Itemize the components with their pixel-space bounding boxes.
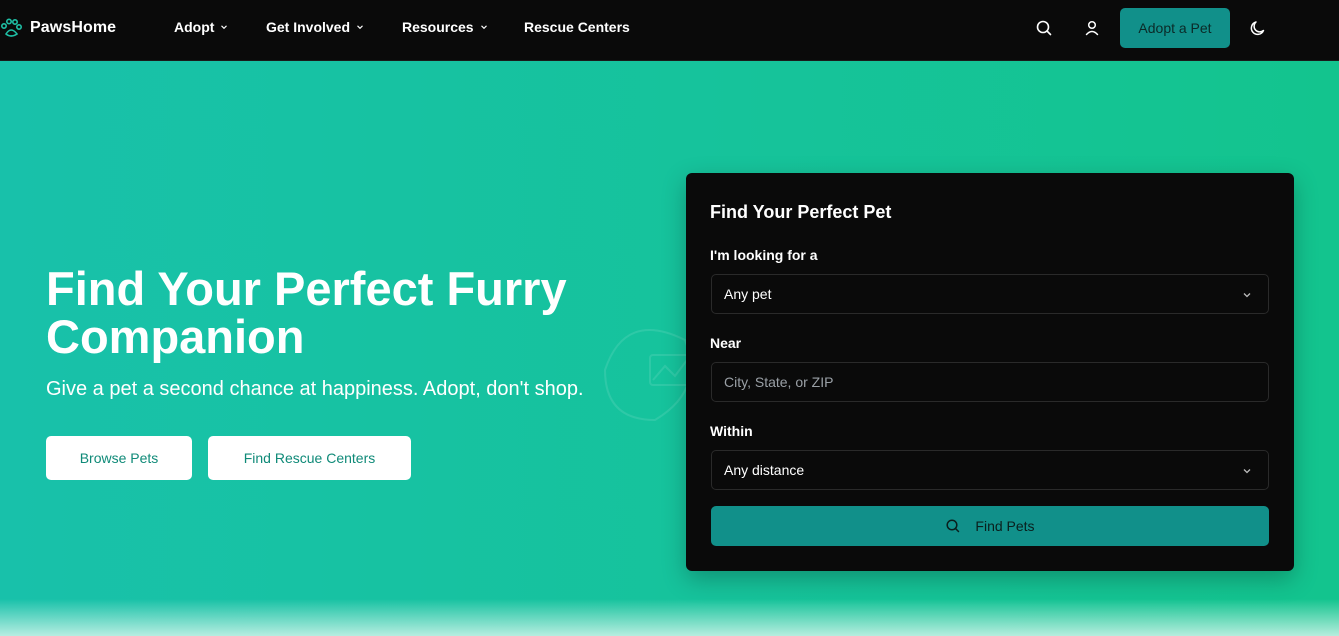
chevron-down-icon bbox=[221, 25, 228, 30]
pet-search-card: Find Your Perfect Pet I'm looking for a … bbox=[686, 173, 1294, 571]
chevron-down-icon bbox=[480, 25, 487, 30]
distance-label: Within bbox=[710, 423, 753, 439]
find-rescue-centers-button[interactable]: Find Rescue Centers bbox=[208, 436, 411, 480]
user-icon[interactable] bbox=[1082, 18, 1102, 38]
search-icon bbox=[946, 519, 960, 533]
paw-icon bbox=[0, 18, 22, 37]
pet-type-label: I'm looking for a bbox=[710, 247, 818, 263]
chevron-down-icon bbox=[1243, 469, 1251, 474]
nav-item-label: Rescue Centers bbox=[524, 19, 630, 35]
find-pets-label: Find Pets bbox=[975, 518, 1035, 534]
search-card-title: Find Your Perfect Pet bbox=[710, 202, 892, 222]
hero-title: Find Your Perfect Furry Companion bbox=[46, 262, 567, 363]
brand-name: PawsHome bbox=[30, 19, 117, 36]
chevron-down-icon bbox=[357, 25, 363, 30]
nav-item-label: Adopt bbox=[174, 19, 215, 35]
top-navbar: PawsHome Adopt Get Involved Resources Re… bbox=[0, 0, 1339, 61]
nav-item-resources[interactable]: Resources bbox=[402, 19, 488, 35]
nav-item-get-involved[interactable]: Get Involved bbox=[266, 19, 364, 35]
browse-pets-button[interactable]: Browse Pets bbox=[46, 436, 192, 480]
pet-type-value: Any pet bbox=[724, 286, 772, 302]
nav-item-adopt[interactable]: Adopt bbox=[174, 19, 228, 35]
location-label: Near bbox=[710, 335, 742, 351]
hero-bottom-fade bbox=[0, 599, 1339, 636]
location-input[interactable] bbox=[724, 374, 1268, 390]
hero-subtitle: Give a pet a second chance at happiness.… bbox=[46, 378, 584, 400]
nav-item-rescue-centers[interactable]: Rescue Centers bbox=[524, 19, 630, 35]
nav-item-label: Resources bbox=[402, 19, 474, 35]
find-pets-button[interactable]: Find Pets bbox=[711, 506, 1269, 546]
chevron-down-icon bbox=[1243, 293, 1251, 298]
search-icon[interactable] bbox=[1034, 18, 1054, 38]
nav-item-label: Get Involved bbox=[266, 19, 351, 35]
distance-select[interactable]: Any distance bbox=[711, 450, 1269, 490]
brand-logo[interactable]: PawsHome bbox=[0, 17, 116, 39]
pet-type-select[interactable]: Any pet bbox=[711, 274, 1269, 314]
adopt-a-pet-button[interactable]: Adopt a Pet bbox=[1120, 8, 1230, 48]
moon-icon[interactable] bbox=[1248, 18, 1268, 38]
distance-value: Any distance bbox=[724, 462, 805, 478]
location-field[interactable] bbox=[711, 362, 1269, 402]
